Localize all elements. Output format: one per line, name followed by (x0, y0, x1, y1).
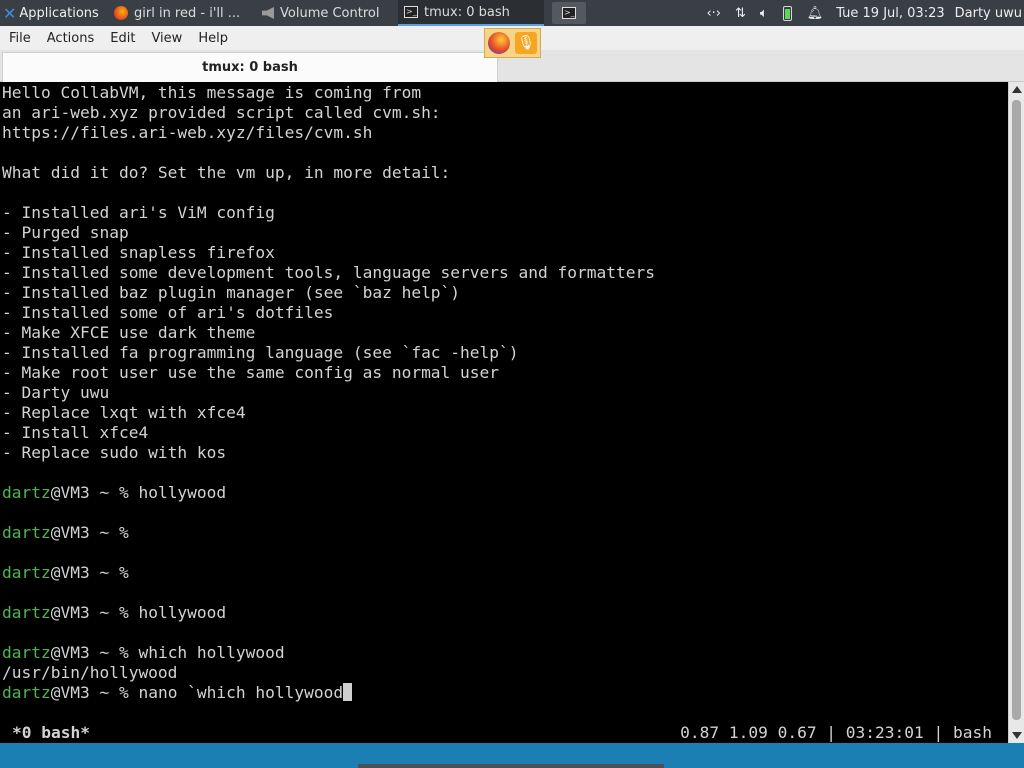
terminal-line: - Install xfce4 (2, 423, 149, 442)
terminal-line: - Make XFCE use dark theme (2, 323, 256, 342)
terminal-line: - Purged snap (2, 223, 129, 242)
taskbar-item-volume-control[interactable]: Volume Control (256, 0, 394, 26)
terminal-line: - Installed ari's ViM config (2, 203, 275, 222)
scroll-up-arrow-icon[interactable] (1012, 86, 1022, 93)
user-menu[interactable]: Darty uwu (955, 6, 1022, 21)
volume-icon[interactable]: 🔈︎ (760, 6, 768, 21)
prompt-host: @VM3 ~ % (50, 683, 139, 702)
prompt-username: dartz (2, 643, 51, 662)
terminal-line: What did it do? Set the vm up, in more d… (2, 163, 451, 182)
system-tray: ‹·› ⇅ 🔈︎ 🔔︎ Tue 19 Jul, 03:23 Darty uwu (699, 0, 1024, 26)
terminal-icon: >_ (404, 6, 418, 18)
terminal-line: an ari-web.xyz provided script called cv… (2, 103, 441, 122)
terminal-icon: >_ (562, 7, 576, 19)
prompt-line: dartz@VM3 ~ % hollywood (2, 483, 1008, 503)
terminal-lines: Hello CollabVM, this message is coming f… (2, 83, 1008, 703)
xfce-icon: ✕ (3, 3, 17, 23)
terminal-line: /usr/bin/hollywood (2, 663, 178, 682)
terminal-output[interactable]: Hello CollabVM, this message is coming f… (0, 82, 1008, 743)
tmux-status-line: *0 bash* 0.87 1.09 0.67 | 03:23:01 | bash (0, 723, 1008, 743)
prompt-username: dartz (2, 523, 51, 542)
prompt-host: @VM3 ~ % (50, 563, 139, 582)
speaker-icon (262, 7, 274, 19)
prompt-username: dartz (2, 683, 51, 702)
taskbar-item-label: girl in red - i'll ... (134, 5, 241, 21)
terminal-line: - Installed some of ari's dotfiles (2, 303, 334, 322)
prompt-command: hollywood (138, 483, 227, 502)
terminal-line: - Darty uwu (2, 383, 110, 402)
terminal-line: Hello CollabVM, this message is coming f… (2, 83, 422, 102)
terminal-line: - Installed some development tools, lang… (2, 263, 655, 282)
scrollbar-thumb[interactable] (1012, 100, 1021, 720)
prompt-username: dartz (2, 563, 51, 582)
text-cursor (343, 683, 353, 701)
network-icon[interactable]: ‹·› (706, 6, 721, 21)
prompt-line: dartz@VM3 ~ % which hollywood (2, 643, 1008, 663)
taskbar-item-label: tmux: 0 bash (424, 4, 510, 20)
menu-actions[interactable]: Actions (38, 31, 102, 46)
menu-edit[interactable]: Edit (101, 31, 142, 46)
taskbar-item-label: Volume Control (280, 5, 380, 21)
prompt-line: dartz@VM3 ~ % (2, 563, 1008, 583)
terminal-line: https://files.ari-web.xyz/files/cvm.sh (2, 123, 373, 142)
floating-launcher: 🎙︎ (484, 28, 541, 58)
tab-tmux[interactable]: tmux: 0 bash (2, 52, 498, 82)
applications-label: Applications (19, 5, 99, 21)
microphone-icon[interactable]: 🎙︎ (515, 32, 538, 54)
prompt-line: dartz@VM3 ~ % nano `which hollywood (2, 683, 1008, 703)
terminal-line: - Replace sudo with kos (2, 443, 227, 462)
prompt-command: nano `which hollywood (138, 683, 344, 702)
menu-help[interactable]: Help (189, 31, 235, 46)
scrollbar[interactable] (1008, 82, 1024, 743)
prompt-line: dartz@VM3 ~ % (2, 523, 1008, 543)
taskbar-item-firefox[interactable]: girl in red - i'll ... (110, 0, 252, 26)
terminal-line: - Installed snapless firefox (2, 243, 275, 262)
applications-menu-button[interactable]: ✕ Applications (0, 0, 108, 26)
transfer-icon[interactable]: ⇅ (735, 6, 746, 21)
prompt-host: @VM3 ~ % (50, 483, 139, 502)
tmux-window-indicator[interactable]: *0 bash* (12, 723, 90, 742)
firefox-icon[interactable] (487, 32, 510, 54)
menu-view[interactable]: View (142, 31, 189, 46)
clock[interactable]: Tue 19 Jul, 03:23 (836, 6, 944, 21)
prompt-host: @VM3 ~ % (50, 643, 139, 662)
prompt-username: dartz (2, 483, 51, 502)
taskbar-item-terminal[interactable]: >_ (552, 2, 586, 24)
terminal-line: - Installed fa programming language (see… (2, 343, 519, 362)
prompt-host: @VM3 ~ % (50, 523, 139, 542)
taskbar-item-tmux[interactable]: >_ tmux: 0 bash (398, 0, 544, 26)
bell-icon[interactable]: 🔔︎ (807, 6, 824, 21)
top-panel: ✕ Applications girl in red - i'll ... Vo… (0, 0, 1024, 26)
menu-file[interactable]: File (0, 31, 38, 46)
terminal-line: - Make root user use the same config as … (2, 363, 500, 382)
firefox-icon (114, 6, 128, 20)
terminal-line: - Replace lxqt with xfce4 (2, 403, 246, 422)
tmux-status-right: 0.87 1.09 0.67 | 03:23:01 | bash (680, 723, 992, 742)
prompt-line: dartz@VM3 ~ % hollywood (2, 603, 1008, 623)
prompt-command: hollywood (138, 603, 227, 622)
battery-icon[interactable] (782, 5, 792, 21)
prompt-host: @VM3 ~ % (50, 603, 139, 622)
scroll-down-arrow-icon[interactable] (1012, 732, 1022, 739)
terminal-line: - Installed baz plugin manager (see `baz… (2, 283, 461, 302)
prompt-command: which hollywood (138, 643, 285, 662)
desktop-bottom-dock (358, 764, 664, 768)
prompt-username: dartz (2, 603, 51, 622)
